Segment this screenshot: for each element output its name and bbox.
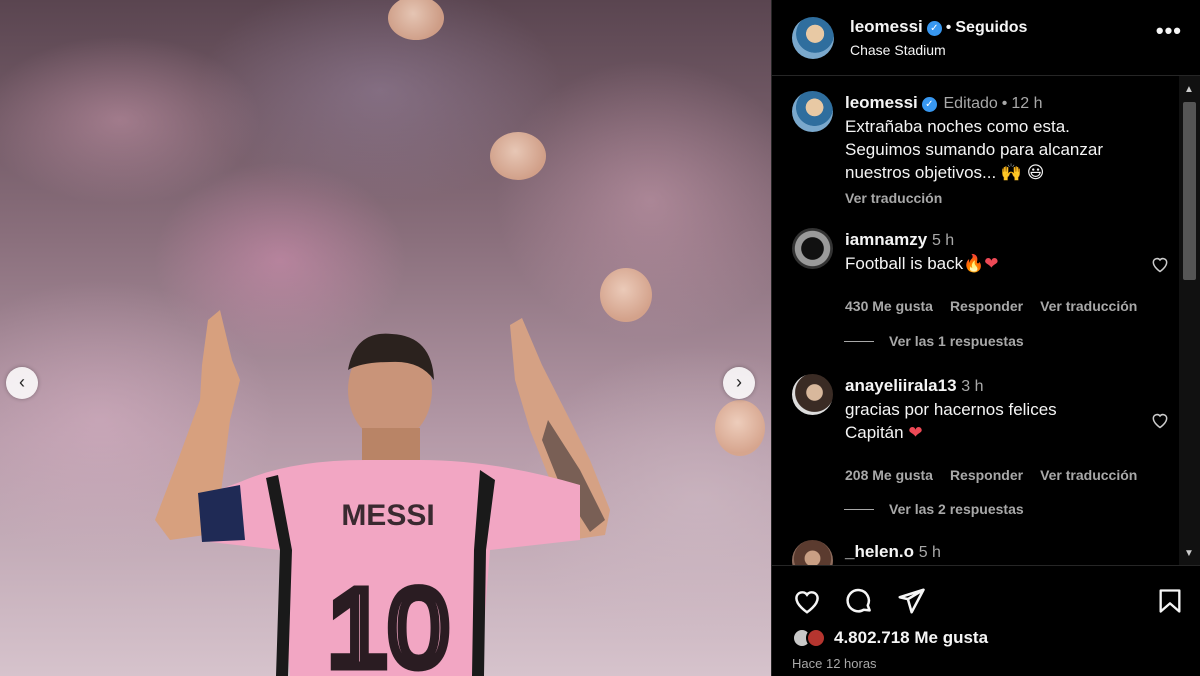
- comment-age: 3 h: [961, 378, 984, 395]
- caption-translate-link[interactable]: Ver traducción: [845, 187, 1172, 210]
- comment-age: 5 h: [931, 232, 955, 249]
- avatar[interactable]: [792, 374, 833, 415]
- caption-line: Extrañaba noches como esta.: [845, 117, 1070, 136]
- heart-icon[interactable]: [792, 586, 822, 616]
- verified-badge-icon: ✓: [921, 97, 937, 112]
- reply-button[interactable]: Responder: [950, 467, 1023, 483]
- bookmark-icon[interactable]: [1156, 586, 1184, 616]
- separator-dot: •: [1001, 95, 1008, 112]
- caption-line: Seguimos sumando para alcanzar: [845, 140, 1103, 159]
- translate-link[interactable]: Ver traducción: [1040, 467, 1137, 483]
- jersey-number: 10: [327, 567, 449, 676]
- comment-age: 5 h: [918, 544, 941, 561]
- replies-line: [844, 340, 874, 342]
- reply-button[interactable]: Responder: [950, 298, 1023, 314]
- jersey-name: MESSI: [341, 499, 434, 532]
- comment-like-heart-icon[interactable]: [1150, 410, 1170, 430]
- avatar[interactable]: [792, 91, 833, 132]
- comment-username[interactable]: iamnamzy: [845, 230, 927, 249]
- post-photo: MESSI 10 ‹ ›: [0, 0, 771, 676]
- comment-text: gracias por hacernos felices: [845, 400, 1057, 419]
- post-header: leomessi ✓ • Seguidos Chase Stadium •••: [772, 0, 1200, 76]
- more-options-icon[interactable]: •••: [1156, 18, 1182, 44]
- likes-count[interactable]: 4.802.718 Me gusta: [834, 628, 988, 648]
- bokeh-light: [715, 400, 765, 456]
- comment-item: iamnamzy 5 h Football is back🔥❤ 430 Me g…: [792, 228, 1172, 318]
- avatar[interactable]: [792, 540, 833, 565]
- comment-icon[interactable]: [844, 586, 874, 616]
- translate-link[interactable]: Ver traducción: [1040, 298, 1137, 314]
- send-icon[interactable]: [896, 586, 926, 616]
- comment-username[interactable]: _helen.o: [845, 542, 914, 561]
- comment-item: _helen.o 5 h: [792, 540, 1172, 565]
- comment-item: anayeliirala13 3 h gracias por hacernos …: [792, 374, 1172, 487]
- comment-like-count[interactable]: 430 Me gusta: [845, 298, 933, 314]
- verified-badge-icon: ✓: [926, 21, 942, 36]
- bokeh-light: [490, 132, 546, 180]
- view-replies-button[interactable]: Ver las 2 respuestas: [844, 501, 1024, 517]
- view-replies-label[interactable]: Ver las 2 respuestas: [889, 501, 1024, 517]
- caption-line: nuestros objetivos... 🙌 😃: [845, 163, 1045, 182]
- post-timestamp[interactable]: Hace 12 horas: [792, 656, 877, 671]
- red-heart-emoji: ❤: [908, 423, 923, 442]
- avatar[interactable]: [792, 16, 834, 59]
- scroll-up-arrow-icon[interactable]: ▲: [1184, 84, 1194, 95]
- bokeh-light: [388, 0, 444, 40]
- view-replies-label[interactable]: Ver las 1 respuestas: [889, 333, 1024, 349]
- comment-username[interactable]: anayeliirala13: [845, 376, 957, 395]
- edited-label: Editado: [943, 95, 998, 112]
- liker-avatar: [806, 628, 826, 648]
- red-heart-emoji: ❤: [984, 254, 999, 273]
- scroll-down-arrow-icon[interactable]: ▼: [1184, 548, 1194, 559]
- chevron-left-icon[interactable]: ‹: [6, 367, 38, 399]
- author-username[interactable]: leomessi: [850, 17, 923, 36]
- action-bar: [792, 586, 1182, 616]
- location-link[interactable]: Chase Stadium: [850, 42, 1027, 58]
- post-likes[interactable]: 4.802.718 Me gusta: [792, 628, 988, 648]
- player-figure: MESSI 10: [155, 310, 610, 676]
- comment-text: Football is back🔥: [845, 254, 985, 273]
- post-caption: leomessi ✓ Editado • 12 h Extrañaba noches …: [792, 91, 1172, 210]
- caption-username[interactable]: leomessi: [845, 93, 918, 112]
- comment-text: Capitán: [845, 423, 904, 442]
- post-panel: leomessi ✓ • Seguidos Chase Stadium ••• leo…: [771, 0, 1200, 676]
- scrollbar-thumb[interactable]: [1183, 102, 1196, 280]
- chevron-right-icon[interactable]: ›: [723, 367, 755, 399]
- separator-dot: •: [945, 19, 952, 36]
- comment-like-heart-icon[interactable]: [1150, 254, 1170, 274]
- post-footer: 4.802.718 Me gusta Hace 12 horas: [772, 565, 1200, 676]
- view-replies-button[interactable]: Ver las 1 respuestas: [844, 333, 1024, 349]
- avatar[interactable]: [792, 228, 833, 269]
- replies-line: [844, 508, 874, 510]
- comments-scrollbar[interactable]: ▲ ▼: [1179, 76, 1200, 565]
- follow-status-button[interactable]: Seguidos: [955, 19, 1027, 36]
- caption-age: 12 h: [1011, 95, 1043, 112]
- comments-list: leomessi ✓ Editado • 12 h Extrañaba noches …: [772, 76, 1180, 565]
- comment-like-count[interactable]: 208 Me gusta: [845, 467, 933, 483]
